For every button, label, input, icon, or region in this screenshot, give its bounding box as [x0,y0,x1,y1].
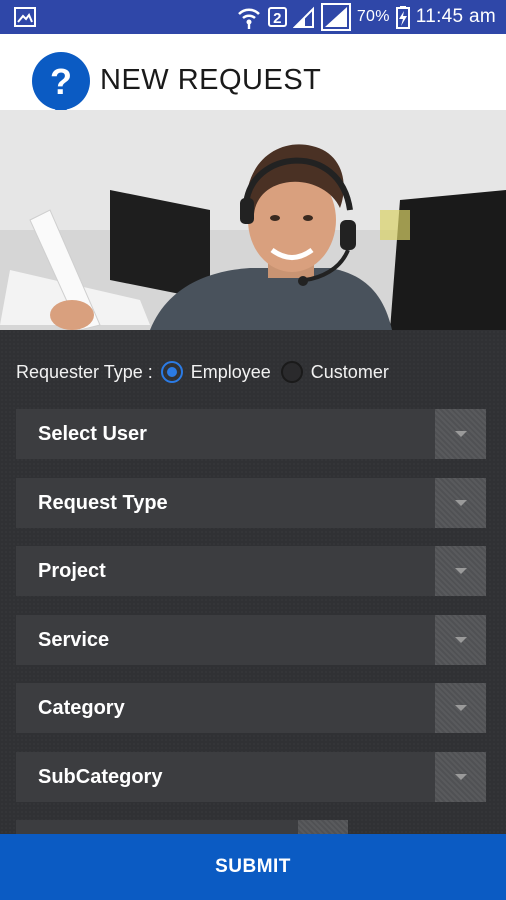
battery-percent: 70% [356,8,390,25]
dropdown-toggle-button[interactable] [435,546,486,596]
signal-icon [292,6,314,28]
customer-radio[interactable] [280,361,303,383]
request-type-dropdown[interactable]: Request Type [16,478,486,528]
employee-radio-label[interactable]: Employee [191,362,271,383]
app-header: ? NEW REQUEST [0,34,506,118]
customer-radio-label[interactable]: Customer [311,362,389,383]
dropdown-label: Project [38,560,106,582]
request-form: Requester Type : Employee Customer Selec… [0,330,506,840]
requester-type-label: Requester Type : [16,361,153,382]
image-notification-icon [14,7,36,27]
page-title: NEW REQUEST [100,64,322,96]
dropdown-toggle-button[interactable] [435,752,486,802]
service-dropdown[interactable]: Service [16,615,486,665]
dropdown-toggle-button[interactable] [435,615,486,665]
chevron-down-icon [454,568,467,574]
project-dropdown[interactable]: Project [16,546,486,596]
wifi-icon [237,8,260,29]
hero-illustration [0,110,506,330]
dropdown-toggle-button[interactable] [435,478,486,528]
requester-type-row: Requester Type : Employee Customer [16,357,389,387]
category-dropdown[interactable]: Category [16,683,486,733]
chevron-down-icon [454,500,467,506]
sim-badge-icon: 2 [267,7,287,27]
chevron-down-icon [454,705,467,711]
status-icons: 2 70% 11:45 am [236,0,496,34]
svg-text:?: ? [50,61,72,102]
dropdown-label: Request Type [38,492,168,514]
submit-button[interactable]: SUBMIT [0,834,506,900]
select-user-dropdown[interactable]: Select User [16,409,486,459]
battery-charging-icon [395,6,410,29]
dropdown-label: Select User [38,423,147,445]
support-agent-photo [0,110,506,330]
subcategory-dropdown[interactable]: SubCategory [16,752,486,802]
dropdown-label: SubCategory [38,766,163,788]
dropdown-toggle-button[interactable] [435,409,486,459]
chevron-down-icon [454,431,467,437]
chevron-down-icon [454,774,467,780]
status-bar: 2 70% 11:45 am [0,0,506,34]
chevron-down-icon [454,637,467,643]
status-time: 11:45 am [415,6,496,27]
dropdown-toggle-button[interactable] [435,683,486,733]
employee-radio[interactable] [160,361,183,383]
dropdown-label: Category [38,697,125,719]
signal-icon [320,3,351,31]
dropdown-label: Service [38,629,110,651]
